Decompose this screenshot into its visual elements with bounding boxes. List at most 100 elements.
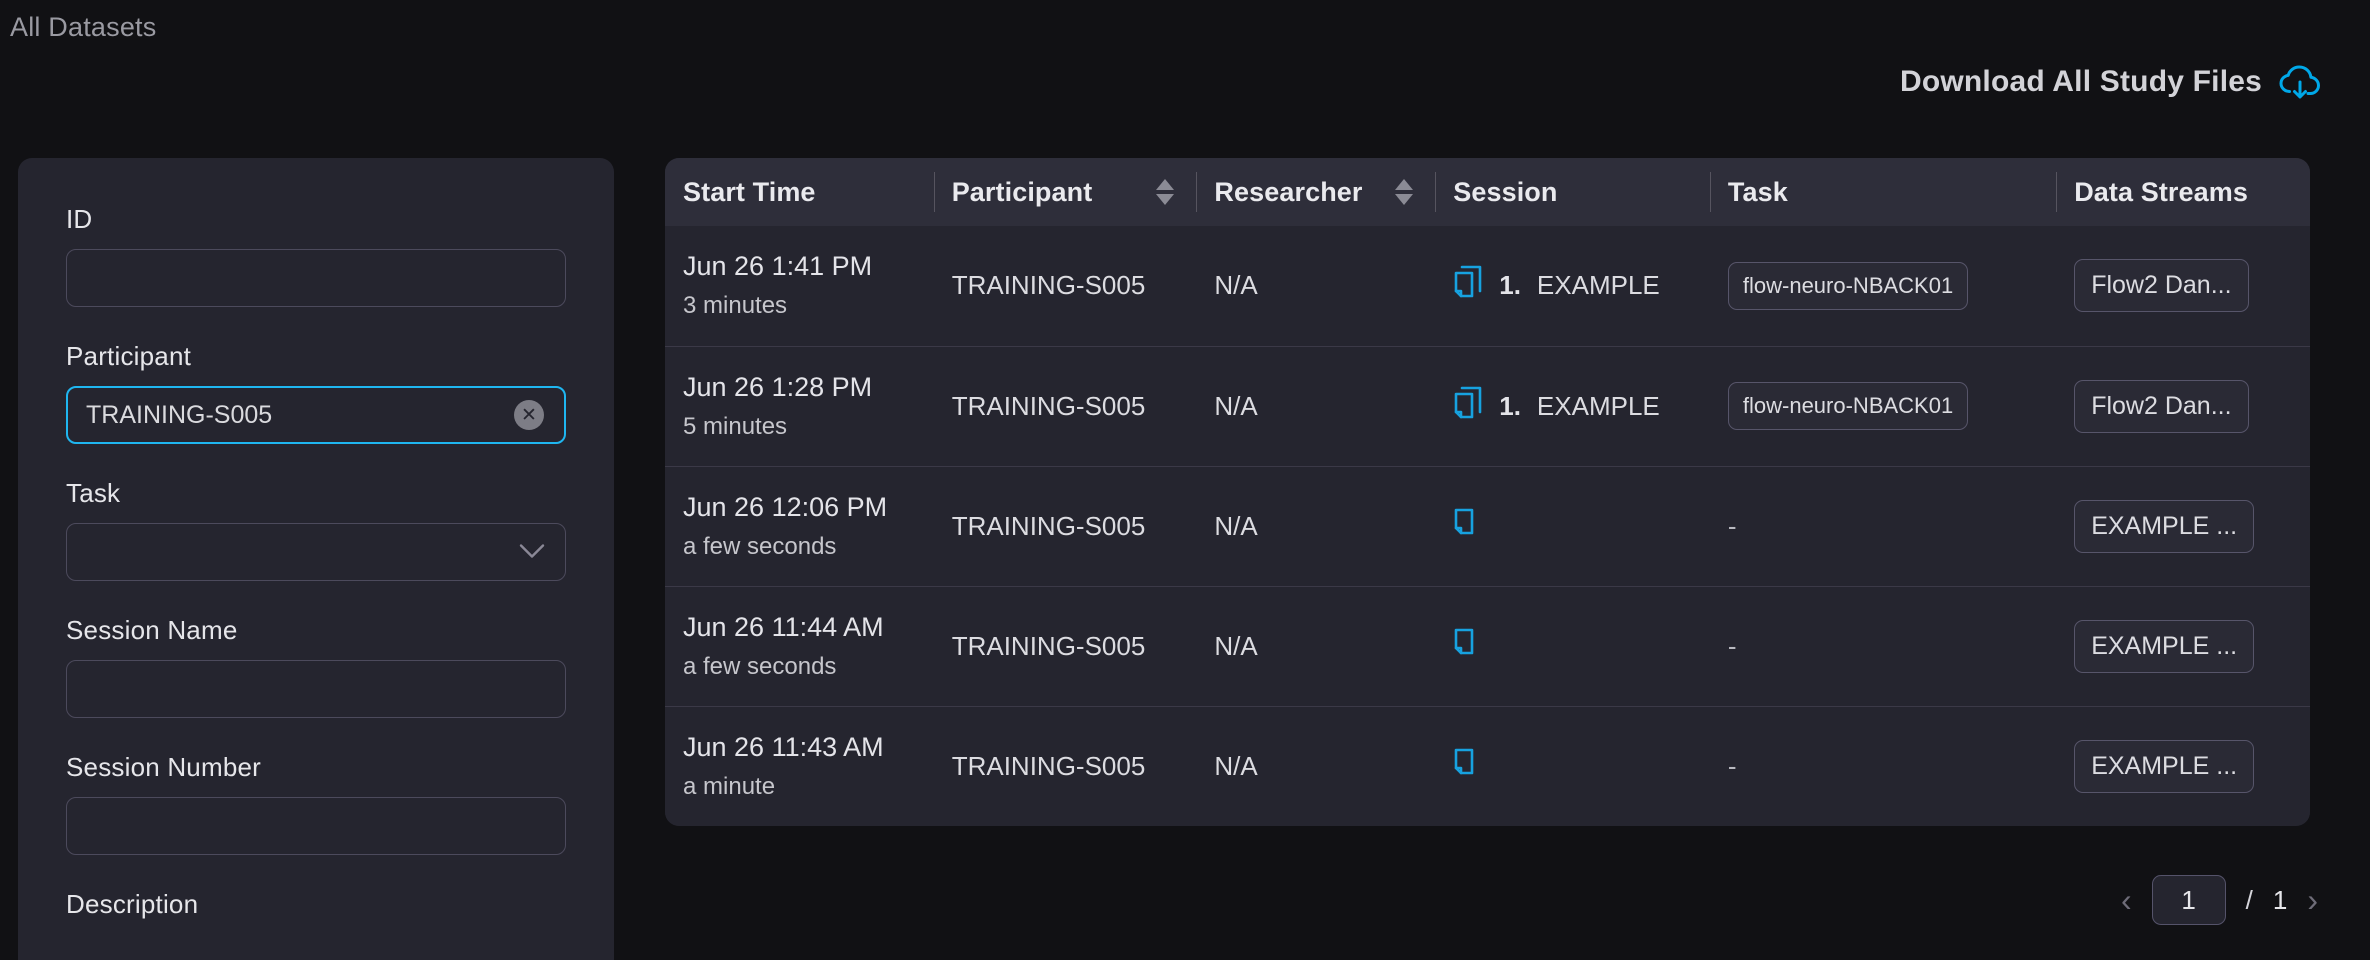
task-select[interactable] (66, 523, 566, 581)
cell-data-streams: Flow2 Dan... (2056, 346, 2310, 466)
pagination-total-pages: 1 (2272, 884, 2288, 915)
datasets-table: Start Time Participant Researcher Sessio… (665, 158, 2310, 826)
participant-value: TRAINING-S005 (951, 270, 1146, 301)
cell-session: 1. EXAMPLE (1435, 226, 1710, 346)
table-row[interactable]: Jun 26 11:44 AM a few seconds TRAINING-S00… (665, 586, 2310, 706)
cell-researcher: N/A (1196, 346, 1436, 466)
session-number-input[interactable] (66, 797, 566, 855)
cell-task: - (1709, 586, 2057, 706)
filter-label-session-number: Session Number (66, 752, 261, 782)
filter-label-participant: Participant (66, 341, 192, 371)
task-pill[interactable]: flow-neuro-NBACK01 (1727, 382, 1969, 430)
id-input[interactable] (66, 249, 566, 307)
chevron-left-icon[interactable]: ‹ (2121, 884, 2132, 916)
filter-label-task: Task (66, 478, 121, 508)
cell-session (1435, 466, 1710, 586)
copy-icon[interactable] (1453, 506, 1475, 547)
data-streams-pill[interactable]: Flow2 Dan... (2074, 259, 2249, 313)
cell-task: flow-neuro-NBACK01 (1709, 346, 2057, 466)
breadcrumb[interactable]: All Datasets (10, 12, 156, 43)
column-label-task: Task (1727, 176, 1788, 207)
page-number-input[interactable]: 1 (2151, 875, 2226, 925)
researcher-value: N/A (1214, 630, 1258, 661)
download-all-study-files-label: Download All Study Files (1899, 65, 2262, 98)
chevron-right-icon[interactable]: › (2307, 884, 2318, 916)
cell-data-streams: Flow2 Dan... (2056, 226, 2310, 346)
cell-data-streams: EXAMPLE ... (2056, 586, 2310, 706)
data-streams-pill[interactable]: EXAMPLE ... (2074, 739, 2255, 793)
data-streams-pill[interactable]: Flow2 Dan... (2074, 379, 2249, 433)
table-row[interactable]: Jun 26 12:06 PM a few seconds TRAINING-S00… (665, 466, 2310, 586)
data-streams-pill[interactable]: EXAMPLE ... (2074, 619, 2255, 673)
cell-researcher: N/A (1196, 226, 1436, 346)
filter-field-task: Task (66, 478, 566, 581)
pagination-separator: / (2245, 884, 2253, 915)
column-header-task[interactable]: Task (1709, 158, 2057, 226)
cell-session (1435, 586, 1710, 706)
cell-data-streams: EXAMPLE ... (2056, 466, 2310, 586)
session-name-value: EXAMPLE (1536, 270, 1660, 301)
copy-icon[interactable] (1453, 265, 1483, 306)
researcher-value: N/A (1214, 510, 1258, 541)
cell-start-time: Jun 26 11:43 AM a minute (665, 706, 934, 826)
participant-input[interactable]: TRAINING-S005 ✕ (66, 386, 566, 444)
table-row[interactable]: Jun 26 1:28 PM 5 minutes TRAINING-S005 N/A 1… (665, 346, 2310, 466)
filters-panel: ID Participant TRAINING-S005 ✕ Task Sess… (18, 158, 614, 960)
datasets-page: All Datasets Download All Study Files ID… (0, 0, 2370, 960)
task-value: - (1727, 510, 1737, 541)
download-all-study-files-button[interactable]: Download All Study Files (1900, 64, 2322, 100)
researcher-value: N/A (1214, 750, 1258, 781)
cell-researcher: N/A (1196, 586, 1436, 706)
filter-field-participant: Participant TRAINING-S005 ✕ (66, 341, 566, 444)
researcher-value: N/A (1214, 270, 1258, 301)
participant-value: TRAINING-S005 (951, 630, 1146, 661)
start-time-value: Jun 26 11:44 AM (683, 611, 884, 642)
researcher-value: N/A (1214, 390, 1258, 421)
cell-session: 1. EXAMPLE (1435, 346, 1710, 466)
cell-participant: TRAINING-S005 (933, 706, 1197, 826)
participant-value: TRAINING-S005 (951, 390, 1146, 421)
table-row[interactable]: Jun 26 1:41 PM 3 minutes TRAINING-S005 N/A 1… (665, 226, 2310, 346)
session-number-value: 1. (1499, 390, 1521, 421)
column-header-start-time[interactable]: Start Time (665, 158, 934, 226)
participant-input-value: TRAINING-S005 (86, 400, 273, 429)
copy-icon[interactable] (1453, 386, 1483, 427)
table-row[interactable]: Jun 26 11:43 AM a minute TRAINING-S005 N/A -… (665, 706, 2310, 826)
duration-value: a few seconds (683, 652, 837, 680)
filter-label-description: Description (66, 889, 199, 919)
cell-participant: TRAINING-S005 (933, 586, 1197, 706)
task-value: - (1727, 750, 1737, 781)
copy-icon[interactable] (1453, 626, 1475, 667)
cell-participant: TRAINING-S005 (933, 346, 1197, 466)
pagination: ‹ 1 / 1 › (2121, 875, 2318, 925)
column-label-start-time: Start Time (683, 176, 816, 207)
session-name-value: EXAMPLE (1536, 390, 1660, 421)
filter-field-id: ID (66, 204, 566, 307)
filter-field-description: Description (66, 889, 566, 920)
cloud-download-icon (2278, 64, 2322, 100)
column-header-researcher[interactable]: Researcher (1196, 158, 1436, 226)
sort-participant-icon[interactable] (1156, 179, 1175, 205)
cell-participant: TRAINING-S005 (933, 226, 1197, 346)
page-number-value: 1 (2181, 884, 2196, 915)
session-name-input[interactable] (66, 660, 566, 718)
duration-value: a few seconds (683, 532, 837, 560)
sort-researcher-icon[interactable] (1395, 179, 1414, 205)
cell-session (1435, 706, 1710, 826)
cell-participant: TRAINING-S005 (933, 466, 1197, 586)
table-body: Jun 26 1:41 PM 3 minutes TRAINING-S005 N/A 1… (665, 226, 2310, 826)
data-streams-pill[interactable]: EXAMPLE ... (2074, 499, 2255, 553)
task-pill[interactable]: flow-neuro-NBACK01 (1727, 261, 1969, 310)
column-header-participant[interactable]: Participant (933, 158, 1197, 226)
column-label-researcher: Researcher (1214, 176, 1363, 207)
column-header-data-streams[interactable]: Data Streams (2056, 158, 2310, 226)
clear-circle-icon[interactable]: ✕ (514, 400, 544, 430)
cell-researcher: N/A (1196, 466, 1436, 586)
copy-icon[interactable] (1453, 746, 1475, 787)
participant-value: TRAINING-S005 (951, 750, 1146, 781)
cell-start-time: Jun 26 1:41 PM 3 minutes (665, 226, 934, 346)
datasets-table-container: Start Time Participant Researcher Sessio… (665, 158, 2310, 826)
filter-field-session-number: Session Number (66, 752, 566, 855)
column-header-session[interactable]: Session (1435, 158, 1710, 226)
task-value: - (1727, 630, 1737, 661)
